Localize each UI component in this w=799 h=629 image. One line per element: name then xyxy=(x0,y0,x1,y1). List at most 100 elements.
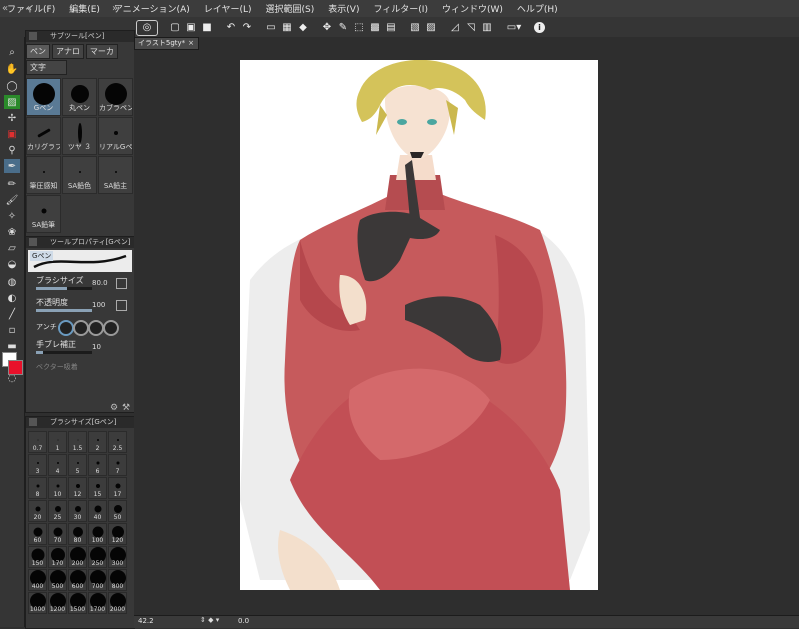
brush-size-item[interactable]: 8 xyxy=(28,477,47,499)
opacity-slider[interactable] xyxy=(36,309,92,312)
brush-size-item[interactable]: 300 xyxy=(108,546,127,568)
new-file-icon[interactable]: ▢ xyxy=(168,21,182,35)
info-icon[interactable]: i xyxy=(534,22,545,33)
settings-gear-icon[interactable]: ⚙ xyxy=(110,403,118,413)
vector-snap-label[interactable]: ベクター吸着 xyxy=(36,362,78,372)
brush-size-item[interactable]: 3 xyxy=(28,454,47,476)
eraser-icon[interactable]: ▱ xyxy=(4,241,20,255)
brush-size-item[interactable]: 120 xyxy=(108,523,127,545)
brush-size-item[interactable]: 1500 xyxy=(68,592,87,614)
brush-size-item[interactable]: 1.5 xyxy=(68,431,87,453)
brush-size-item[interactable]: 1000 xyxy=(28,592,47,614)
sub-color-swatch[interactable] xyxy=(8,360,23,375)
redo-icon[interactable]: ↷ xyxy=(240,21,254,35)
pressure-icon[interactable] xyxy=(116,278,127,289)
menu-edit[interactable]: 編集(E) xyxy=(62,2,107,15)
brush-size-item[interactable]: 250 xyxy=(88,546,107,568)
invert-selection-icon[interactable]: ▩ xyxy=(368,21,382,35)
brush-item[interactable]: 丸ペン xyxy=(62,78,97,116)
brush-item[interactable]: SA鉛主 xyxy=(98,156,133,194)
grid-icon[interactable]: ▥ xyxy=(480,21,494,35)
artboard[interactable] xyxy=(240,60,598,590)
import-icon[interactable]: ▧ xyxy=(408,21,422,35)
brush-size-item[interactable]: 800 xyxy=(108,569,127,591)
tab-marker[interactable]: マーカ xyxy=(85,44,118,59)
move-icon[interactable]: ✋ xyxy=(4,62,20,76)
brush-item[interactable]: ツヤ ３ xyxy=(62,117,97,155)
zoom-value[interactable]: 42.2 xyxy=(138,617,154,625)
brush-item[interactable]: SA鉛色 xyxy=(62,156,97,194)
menu-animation[interactable]: アニメーション(A) xyxy=(107,2,197,15)
transform-icon[interactable]: ✥ xyxy=(320,21,334,35)
tab-text[interactable]: 文字 xyxy=(26,60,67,75)
airbrush-icon[interactable]: ✧ xyxy=(4,209,20,223)
open-file-icon[interactable]: ▣ xyxy=(184,21,198,35)
eyedropper-icon[interactable]: ⚲ xyxy=(4,143,20,157)
brush-size-item[interactable]: 50 xyxy=(108,500,127,522)
brush-item[interactable]: Gペン xyxy=(26,78,61,116)
brush-size-item[interactable]: 2.5 xyxy=(108,431,127,453)
menu-help[interactable]: ヘルプ(H) xyxy=(510,2,565,15)
brush-size-item[interactable]: 600 xyxy=(68,569,87,591)
gradient-icon[interactable]: ◐ xyxy=(4,291,20,305)
brush-size-item[interactable]: 60 xyxy=(28,523,47,545)
snap-icon[interactable]: ◹ xyxy=(464,21,478,35)
menu-window[interactable]: ウィンドウ(W) xyxy=(435,2,510,15)
figure-icon[interactable]: ╱ xyxy=(4,307,20,321)
brush-size-slider[interactable] xyxy=(36,287,92,290)
pen-fill-icon[interactable]: ✎ xyxy=(336,21,350,35)
ruler-tool-icon[interactable]: ▬ xyxy=(4,339,20,353)
fill-icon[interactable]: ◆ xyxy=(296,21,310,35)
brush-size-item[interactable]: 20 xyxy=(28,500,47,522)
blend-icon[interactable]: ◒ xyxy=(4,257,20,271)
app-logo-icon[interactable]: ◎ xyxy=(136,19,158,36)
brush-size-item[interactable]: 2000 xyxy=(108,592,127,614)
brush-size-item[interactable]: 40 xyxy=(88,500,107,522)
brush-size-item[interactable]: 10 xyxy=(48,477,67,499)
menu-selection[interactable]: 選択範囲(S) xyxy=(259,2,322,15)
pencil-icon[interactable]: ✏ xyxy=(4,177,20,191)
opacity-value[interactable]: 100 xyxy=(92,301,105,309)
export-icon[interactable]: ▨ xyxy=(424,21,438,35)
brush-size-item[interactable]: 30 xyxy=(68,500,87,522)
deselect-icon[interactable]: ⬚ xyxy=(352,21,366,35)
brush-item[interactable]: カブラペン xyxy=(98,78,133,116)
selection-icon[interactable]: ▨ xyxy=(4,95,20,109)
brush-size-item[interactable]: 25 xyxy=(48,500,67,522)
display-mode-icon[interactable]: ▭▾ xyxy=(504,21,524,35)
brush-size-item[interactable]: 1700 xyxy=(88,592,107,614)
brush-icon[interactable]: 🖌 xyxy=(4,193,20,207)
save-icon[interactable]: ■ xyxy=(200,21,214,35)
menu-filter[interactable]: フィルター(I) xyxy=(366,2,435,15)
brush-size-item[interactable]: 5 xyxy=(68,454,87,476)
opacity-pressure-icon[interactable] xyxy=(116,300,127,311)
decoration-icon[interactable]: ❀ xyxy=(4,225,20,239)
brush-size-item[interactable]: 7 xyxy=(108,454,127,476)
operation-icon[interactable]: ◯ xyxy=(4,79,20,93)
move-layer-icon[interactable]: ✢ xyxy=(4,111,20,125)
brush-size-item[interactable]: 170 xyxy=(48,546,67,568)
brush-size-item[interactable]: 200 xyxy=(68,546,87,568)
zoom-stepper-icon[interactable]: ⇕ ◆ ▾ xyxy=(200,616,219,624)
fill-icon[interactable]: ◍ xyxy=(4,275,20,289)
document-tab[interactable]: イラスト5gty* × xyxy=(134,37,199,50)
brush-size-item[interactable]: 400 xyxy=(28,569,47,591)
frame-icon[interactable]: ▫ xyxy=(4,323,20,337)
brush-size-item[interactable]: 15 xyxy=(88,477,107,499)
stabilization-slider[interactable] xyxy=(36,351,92,354)
tab-analog[interactable]: アナロ xyxy=(52,44,84,59)
tab-pen[interactable]: ペン xyxy=(26,44,50,59)
close-icon[interactable]: × xyxy=(188,39,194,47)
brush-size-item[interactable]: 6 xyxy=(88,454,107,476)
brush-item[interactable]: SA鉛筆 xyxy=(26,195,61,233)
antialias-weak-icon[interactable] xyxy=(73,320,89,336)
collapse-left-icon[interactable]: « xyxy=(2,3,8,14)
brush-size-value[interactable]: 80.0 xyxy=(92,279,108,287)
stabilization-value[interactable]: 10 xyxy=(92,343,101,351)
antialias-medium-icon[interactable] xyxy=(88,320,104,336)
collapse-left-icon[interactable]: « xyxy=(26,3,32,14)
panel-grip-icon[interactable] xyxy=(29,238,37,246)
brush-size-item[interactable]: 500 xyxy=(48,569,67,591)
brush-size-item[interactable]: 70 xyxy=(48,523,67,545)
brush-size-item[interactable]: 1 xyxy=(48,431,67,453)
